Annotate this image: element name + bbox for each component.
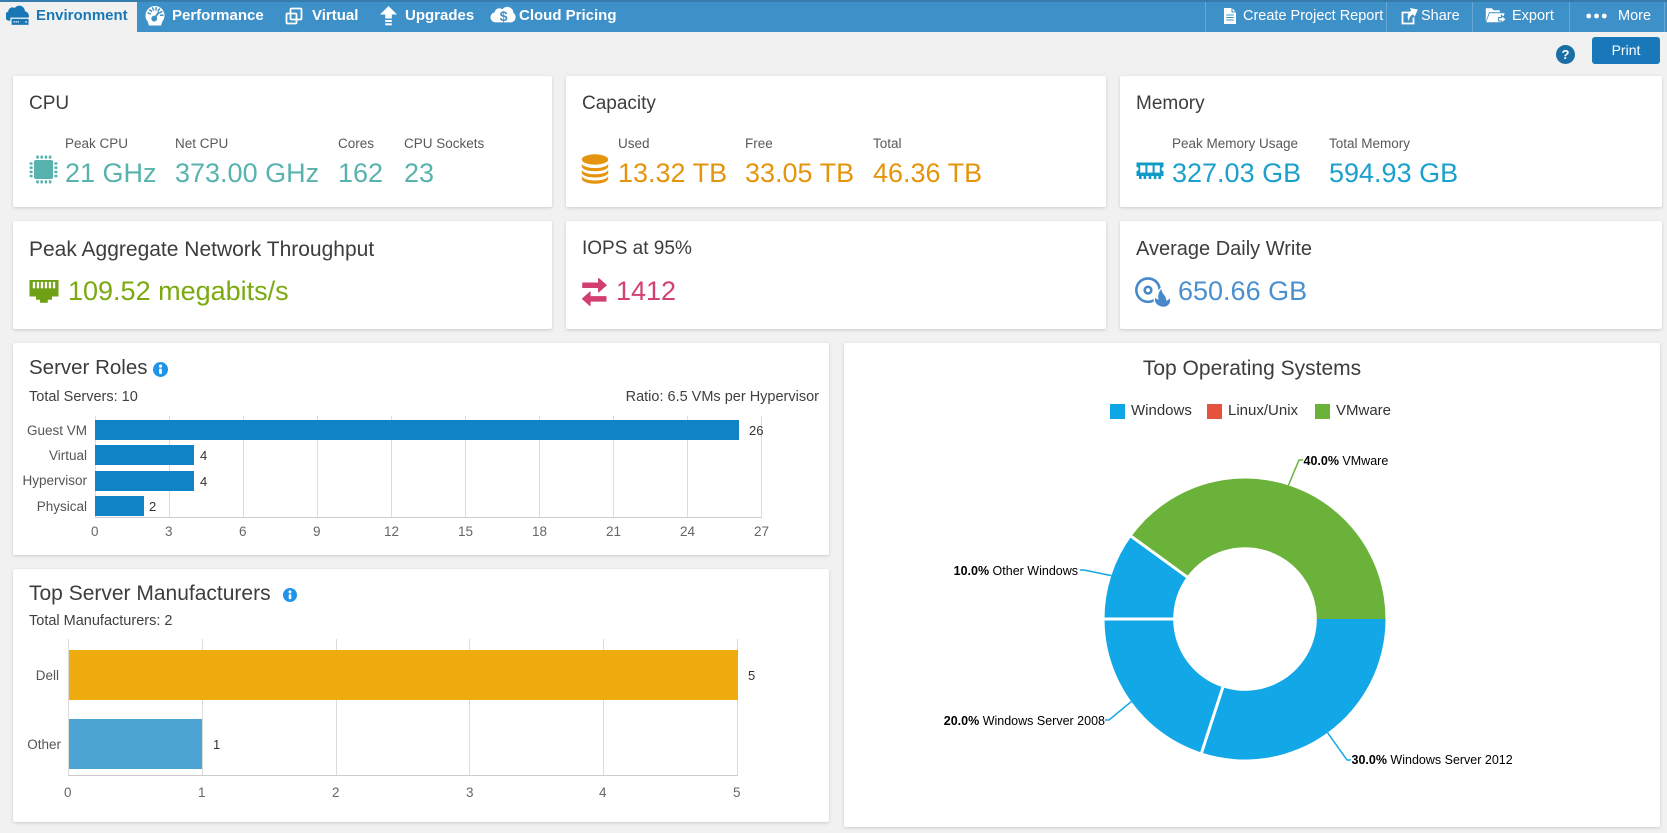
svg-text:40.0% VMware: 40.0% VMware [1304, 454, 1389, 468]
svg-text:$: $ [500, 8, 508, 24]
svg-text:10.0% Other Windows: 10.0% Other Windows [954, 564, 1078, 578]
svg-text:30.0% Windows Server 2012: 30.0% Windows Server 2012 [1352, 753, 1513, 767]
svg-text:20.0% Windows Server 2008: 20.0% Windows Server 2008 [944, 714, 1105, 728]
